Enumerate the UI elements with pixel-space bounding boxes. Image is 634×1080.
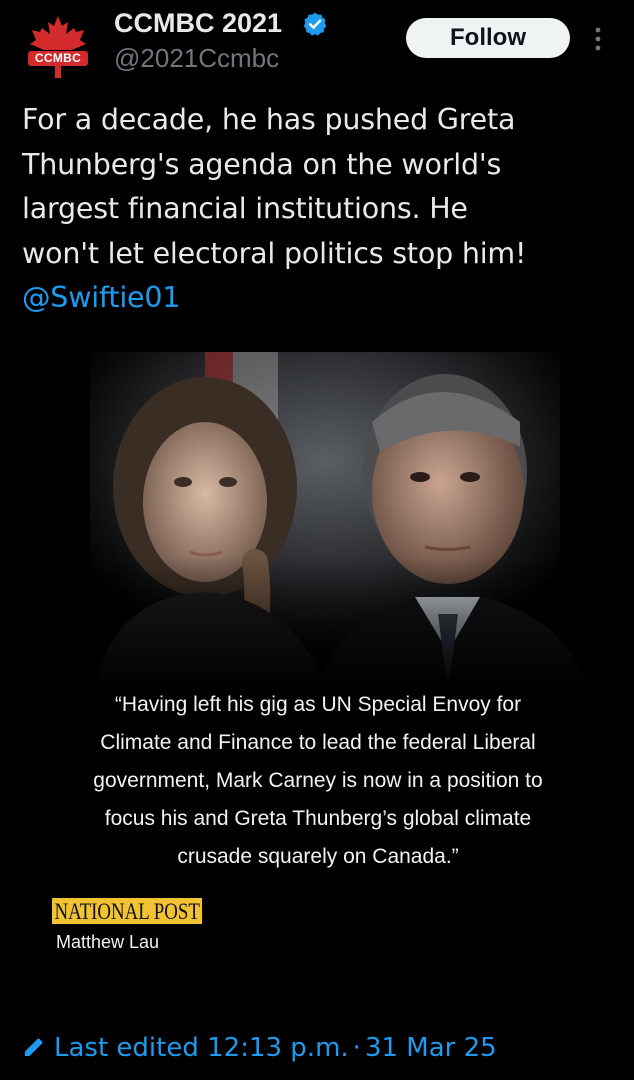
avatar[interactable]: CCMBC <box>22 12 94 84</box>
quote-text: “Having left his gig as UN Special Envoy… <box>28 686 608 876</box>
tweet-text-line: won't let electoral politics stop him! <box>22 236 527 270</box>
tweet-text-line: For a decade, he has pushed Greta <box>22 103 516 136</box>
tweet-text-line: Thunberg's agenda on the world's <box>22 147 502 181</box>
tweet-header: CCMBC CCMBC 2021 @2021Ccmbc Follow <box>0 0 634 90</box>
last-edited-link[interactable]: Last edited 12:13 p.m. · 31 Mar 25 <box>22 1028 497 1068</box>
more-vertical-icon[interactable] <box>592 26 604 52</box>
tweet-text-line: largest financial institutions. He <box>22 192 468 225</box>
edited-time: 12:13 p.m. <box>207 1033 349 1063</box>
pencil-icon <box>25 1038 43 1056</box>
follow-button[interactable]: Follow <box>406 18 570 58</box>
mention-link[interactable]: @Swiftie01 <box>22 276 612 321</box>
quote-line: Climate and Finance to lead the federal … <box>100 731 536 754</box>
tweet-text: For a decade, he has pushed Greta Thunbe… <box>22 98 612 321</box>
user-handle[interactable]: @2021Ccmbc <box>114 43 279 74</box>
photo-illustration <box>0 352 634 692</box>
maple-leaf-icon <box>30 16 86 78</box>
national-post-logo: NATIONAL POST <box>52 898 203 924</box>
tweet-media-image[interactable]: “Having left his gig as UN Special Envoy… <box>0 352 634 987</box>
quote-line: government, Mark Carney is now in a posi… <box>93 769 543 792</box>
article-author: Matthew Lau <box>56 932 160 952</box>
edited-date: 31 Mar 25 <box>364 1033 497 1063</box>
edited-label: Last edited <box>54 1033 199 1063</box>
quote-line: focus his and Greta Thunberg’s global cl… <box>104 807 532 830</box>
edited-separator: · <box>352 1033 361 1063</box>
display-name[interactable]: CCMBC 2021 <box>114 8 282 39</box>
verified-badge-icon <box>303 12 327 36</box>
quote-line: crusade squarely on Canada.” <box>177 845 459 868</box>
avatar-label: CCMBC <box>28 51 88 66</box>
quote-line: “Having left his gig as UN Special Envoy… <box>114 693 522 716</box>
